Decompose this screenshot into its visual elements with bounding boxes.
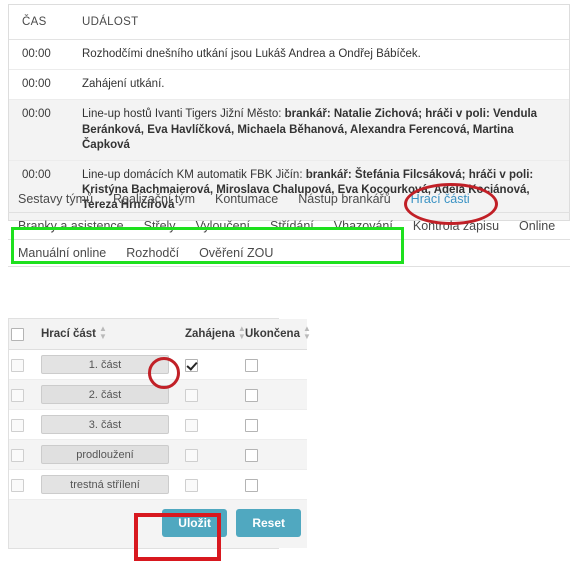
event-time: 00:00: [9, 39, 82, 71]
tab-nastup-brankaru[interactable]: Nástup brankářů: [288, 192, 400, 212]
ended-cell: [243, 439, 307, 470]
started-cell: [183, 409, 243, 440]
ended-checkbox[interactable]: [245, 478, 258, 492]
ended-cell: [243, 469, 307, 500]
ended-cell: [243, 409, 307, 440]
started-checkbox[interactable]: [185, 388, 198, 402]
header-zahajena-label: Zahájena: [185, 328, 235, 341]
event-time: 00:00: [9, 69, 82, 101]
row-select-cell: [9, 409, 39, 440]
tab-realizacni-tym[interactable]: Realizační tým: [103, 192, 205, 212]
row-select-cell: [9, 439, 39, 470]
ended-checkbox[interactable]: [245, 388, 258, 402]
tab-vylouceni[interactable]: Vyloučení: [186, 219, 260, 239]
events-col-event: UDÁLOST: [82, 5, 569, 40]
table-row: 00:00 Rozhodčími dnešního utkání jsou Lu…: [9, 39, 569, 71]
table-row: trestná střílení: [9, 469, 307, 500]
tab-row-3: Manuální online Rozhodčí Ověření ZOU: [8, 240, 570, 267]
parts-header-row: Hrací část ▲ ▼ Zahájena ▲ ▼ Ukončena ▲ ▼: [9, 319, 311, 350]
header-hraci-cast[interactable]: Hrací část ▲ ▼: [39, 319, 183, 350]
tab-hraci-casti[interactable]: Hrací části: [401, 192, 480, 212]
parts-actions-cell: Uložit Reset: [9, 499, 307, 548]
part-name-cell: 1. část: [39, 349, 183, 380]
game-parts-panel: Hrací část ▲ ▼ Zahájena ▲ ▼ Ukončena ▲ ▼ 1. čá…: [8, 318, 311, 549]
part-name-input[interactable]: 2. část: [41, 385, 169, 404]
tab-overeni-zou[interactable]: Ověření ZOU: [189, 246, 283, 266]
header-zahajena[interactable]: Zahájena ▲ ▼: [183, 319, 246, 350]
table-row: prodloužení: [9, 439, 307, 470]
tab-strely[interactable]: Střely: [134, 219, 186, 239]
ended-checkbox[interactable]: [245, 418, 258, 432]
event-text-prefix: Line-up hostů Ivanti Tigers Jižní Město:: [82, 108, 285, 121]
started-cell: [183, 439, 243, 470]
sort-icon[interactable]: ▲ ▼: [238, 325, 246, 341]
row-select-checkbox[interactable]: [11, 358, 24, 372]
tabs-area: Sestavy týmů Realizační tým Kontumace Ná…: [8, 186, 570, 267]
reset-button[interactable]: Reset: [236, 509, 301, 537]
table-row: 00:00 Zahájení utkání.: [9, 69, 569, 101]
save-button[interactable]: Uložit: [162, 509, 227, 537]
part-name-cell: prodloužení: [39, 439, 183, 470]
table-row: 1. část: [9, 349, 307, 380]
row-select-cell: [9, 379, 39, 410]
table-row: 2. část: [9, 379, 307, 410]
part-name-input[interactable]: prodloužení: [41, 445, 169, 464]
header-ukoncena-label: Ukončena: [245, 328, 300, 341]
part-name-input[interactable]: 3. část: [41, 415, 169, 434]
ended-checkbox[interactable]: [245, 358, 258, 372]
tab-branky-a-asistence[interactable]: Branky a asistence: [8, 219, 134, 239]
event-text: Line-up hostů Ivanti Tigers Jižní Město:…: [82, 99, 569, 161]
ended-cell: [243, 379, 307, 410]
row-select-cell: [9, 349, 39, 380]
header-hraci-cast-label: Hrací část: [41, 328, 96, 341]
tab-manualni-online[interactable]: Manuální online: [8, 246, 116, 266]
started-cell: [183, 469, 243, 500]
tab-kontumace[interactable]: Kontumace: [205, 192, 288, 212]
event-text: Rozhodčími dnešního utkání jsou Lukáš An…: [82, 39, 569, 71]
select-all-checkbox[interactable]: [11, 327, 24, 341]
part-name-input[interactable]: 1. část: [41, 355, 169, 374]
part-name-cell: 3. část: [39, 409, 183, 440]
tab-vhazovani[interactable]: Vhazování: [324, 219, 403, 239]
started-cell: [183, 349, 243, 380]
started-checkbox[interactable]: [185, 478, 198, 492]
sort-icon[interactable]: ▲ ▼: [303, 325, 311, 341]
started-checkbox[interactable]: [185, 448, 198, 462]
tab-sestavy-tymu[interactable]: Sestavy týmů: [8, 192, 103, 212]
row-select-checkbox[interactable]: [11, 478, 24, 492]
started-checkbox[interactable]: [185, 418, 198, 432]
game-parts-table: Hrací část ▲ ▼ Zahájena ▲ ▼ Ukončena ▲ ▼ 1. čá…: [9, 319, 311, 548]
row-select-checkbox[interactable]: [11, 388, 24, 402]
tab-rozhodci[interactable]: Rozhodčí: [116, 246, 189, 266]
table-row: 3. část: [9, 409, 307, 440]
started-cell: [183, 379, 243, 410]
select-all-header: [9, 319, 39, 350]
events-header-row: ČAS UDÁLOST: [9, 5, 569, 40]
tab-kontrola-zapisu[interactable]: Kontrola zápisu: [403, 219, 509, 239]
ended-cell: [243, 349, 307, 380]
part-name-cell: 2. část: [39, 379, 183, 410]
header-ukoncena[interactable]: Ukončena ▲ ▼: [243, 319, 311, 350]
part-name-cell: trestná střílení: [39, 469, 183, 500]
tab-online[interactable]: Online: [509, 219, 565, 239]
tab-row-2: Branky a asistence Střely Vyloučení Stří…: [8, 213, 570, 240]
row-select-checkbox[interactable]: [11, 418, 24, 432]
sort-icon[interactable]: ▲ ▼: [99, 325, 107, 341]
tab-row-1: Sestavy týmů Realizační tým Kontumace Ná…: [8, 186, 570, 213]
event-text: Zahájení utkání.: [82, 69, 569, 101]
row-select-checkbox[interactable]: [11, 448, 24, 462]
event-text-prefix: Line-up domácích KM automatik FBK Jičín:: [82, 168, 306, 181]
event-time: 00:00: [9, 99, 82, 161]
started-checkbox[interactable]: [185, 358, 198, 372]
parts-footer-row: Uložit Reset: [9, 499, 307, 548]
table-row: 00:00 Line-up hostů Ivanti Tigers Jižní …: [9, 99, 569, 161]
events-col-time: ČAS: [9, 5, 82, 40]
tab-stridani[interactable]: Střídání: [260, 219, 324, 239]
ended-checkbox[interactable]: [245, 448, 258, 462]
part-name-input[interactable]: trestná střílení: [41, 475, 169, 494]
row-select-cell: [9, 469, 39, 500]
